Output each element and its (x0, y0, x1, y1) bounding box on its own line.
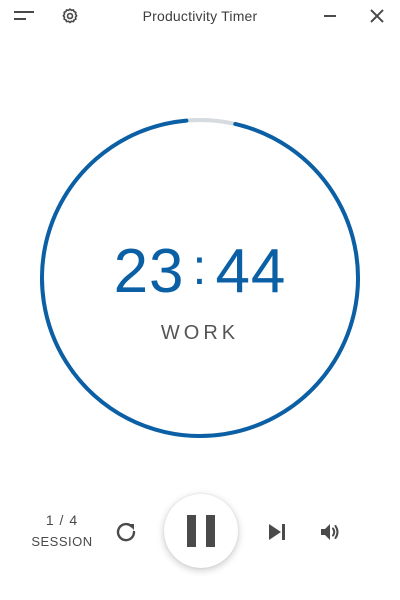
reset-icon (116, 522, 136, 542)
skip-button[interactable] (263, 518, 291, 546)
volume-icon (321, 524, 339, 540)
timer-minutes: 23 (113, 236, 185, 306)
pause-button[interactable] (164, 494, 238, 568)
minimize-icon (324, 15, 336, 17)
timer-separator: : (192, 239, 208, 295)
reset-button[interactable] (112, 518, 140, 546)
title-bar: Productivity Timer (0, 0, 400, 32)
session-count: 1 / 4 (45, 512, 79, 528)
app-window: Productivity Timer 23 : 44 WORK 1 / 4 SE… (0, 0, 400, 600)
timer-mode-label: WORK (160, 322, 240, 344)
skip-next-icon (269, 524, 285, 540)
timer-seconds: 44 (215, 236, 287, 306)
close-icon (370, 9, 384, 23)
session-counter: 1 / 4 SESSION (22, 512, 102, 549)
pause-icon (187, 515, 215, 547)
time-display: 23 : 44 (0, 236, 400, 306)
close-button[interactable] (365, 4, 389, 28)
volume-button[interactable] (316, 518, 344, 546)
minimize-button[interactable] (318, 4, 342, 28)
session-label: SESSION (31, 534, 93, 549)
